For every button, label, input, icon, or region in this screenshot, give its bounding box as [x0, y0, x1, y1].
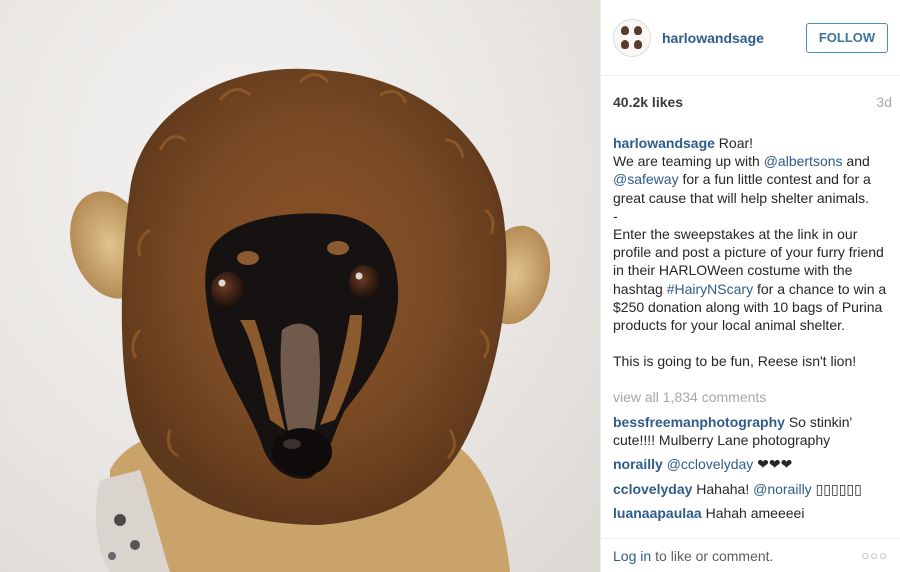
mention-link[interactable]: @safeway — [613, 171, 679, 187]
login-link[interactable]: Log in — [613, 548, 651, 564]
comment-text: ▯▯▯▯▯▯ — [811, 480, 862, 497]
mention-link[interactable]: @cclovelyday — [667, 456, 754, 472]
caption-text: We are teaming up with — [613, 153, 764, 170]
post-age[interactable]: 3d — [876, 94, 892, 110]
login-prompt-text: to like or comment. — [655, 547, 774, 564]
comment-text: ❤❤❤ — [753, 456, 793, 473]
hashtag-link[interactable]: #HairyNScary — [667, 281, 753, 297]
caption-text: Roar! — [714, 135, 754, 151]
comment-username[interactable]: norailly — [613, 456, 663, 472]
post-caption: harlowandsage Roar! We are teaming up wi… — [613, 134, 891, 370]
comment-username[interactable]: cclovelyday — [613, 481, 692, 497]
post-header: harlowandsage FOLLOW — [601, 0, 900, 76]
more-options-icon[interactable]: ○○○ — [861, 548, 888, 563]
view-all-comments-link[interactable]: view all 1,834 comments — [613, 389, 766, 405]
mention-link[interactable]: @albertsons — [764, 153, 843, 169]
caption-text: - — [613, 207, 618, 224]
mention-link[interactable]: @norailly — [753, 481, 812, 497]
avatar[interactable] — [613, 18, 651, 57]
comment-item: norailly @cclovelyday ❤❤❤ — [613, 455, 883, 473]
header-username[interactable]: harlowandsage — [662, 30, 806, 46]
dog-lion-costume-image — [70, 68, 551, 572]
comment-item: cclovelyday Hahaha! @norailly ▯▯▯▯▯▯ — [613, 480, 883, 498]
likes-count[interactable]: 40.2k likes — [613, 94, 683, 110]
follow-button[interactable]: FOLLOW — [806, 22, 888, 53]
comments-list: bessfreemanphotography So stinkin' cute!… — [613, 413, 883, 528]
post-details-panel: harlowandsage FOLLOW 40.2k likes 3d harl… — [600, 0, 900, 572]
caption-username[interactable]: harlowandsage — [613, 135, 715, 151]
comment-username[interactable]: bessfreemanphotography — [613, 414, 785, 430]
post-footer: Log in to like or comment. ○○○ — [601, 538, 900, 572]
comment-text: Hahaha! — [692, 480, 754, 497]
comment-text: Hahah ameeeei — [701, 504, 805, 521]
comment-item: bessfreemanphotography So stinkin' cute!… — [613, 413, 883, 449]
caption-text: This is going to be fun, Reese isn't lio… — [613, 353, 857, 370]
post-photo[interactable] — [0, 0, 600, 572]
post-stats: 40.2k likes 3d — [613, 94, 892, 110]
comment-username[interactable]: luanaapaulaa — [613, 505, 702, 521]
comment-item: luanaapaulaa Hahah ameeeei — [613, 504, 883, 522]
caption-text: and — [842, 153, 870, 170]
